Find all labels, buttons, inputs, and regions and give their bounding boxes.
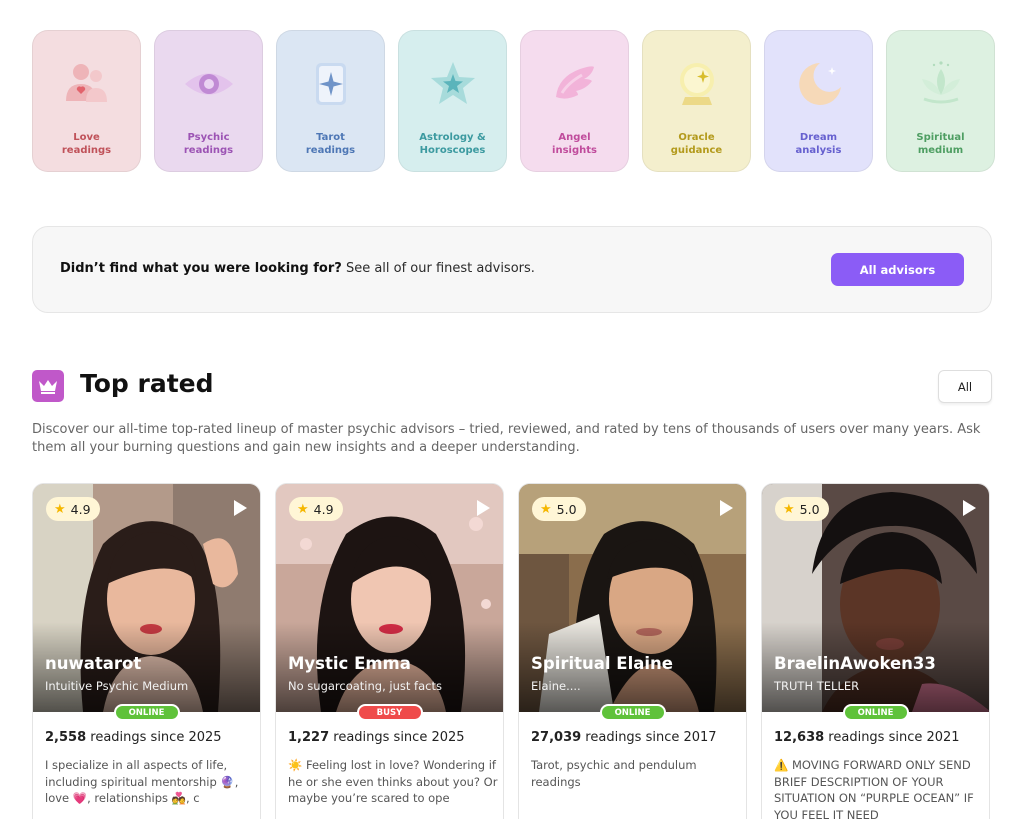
advisor-bio: ☀️ Feeling lost in love? Wondering if he… <box>288 758 498 805</box>
eye-icon <box>182 57 236 111</box>
readings-count: 27,039 readings since 2017 <box>531 730 717 745</box>
lotus-icon <box>914 57 968 111</box>
section-description: Discover our all-time top-rated lineup o… <box>32 422 981 455</box>
advisor-card[interactable]: ★ 5.0 Spiritual Elaine Elaine.... ONLINE … <box>518 483 747 819</box>
advisor-name: BraelinAwoken33 <box>774 654 936 673</box>
category-label: Tarot readings <box>305 132 356 156</box>
advisor-cards: ★ 4.9 nuwatarot Intuitive Psychic Medium … <box>32 483 990 819</box>
star-icon: ★ <box>297 501 309 517</box>
readings-since: readings since 2017 <box>581 730 717 745</box>
rating-value: 5.0 <box>556 501 577 517</box>
star-icon: ★ <box>54 501 66 517</box>
readings-number: 1,227 <box>288 730 330 745</box>
advisor-name: Spiritual Elaine <box>531 654 673 673</box>
banner-body-text: See all of our finest advisors. <box>341 261 535 276</box>
advisor-name: Mystic Emma <box>288 654 411 673</box>
category-angel[interactable]: Angel insights <box>520 30 629 172</box>
status-badge: BUSY <box>356 704 423 721</box>
angel-wing-icon <box>548 57 602 111</box>
category-label: Angel insights <box>552 132 597 156</box>
readings-number: 12,638 <box>774 730 825 745</box>
play-icon[interactable] <box>959 499 977 517</box>
rating-value: 4.9 <box>70 501 91 517</box>
couple-heart-icon <box>60 57 114 111</box>
advisor-tagline: Elaine.... <box>531 679 581 693</box>
category-label: Astrology & Horoscopes <box>419 132 486 156</box>
readings-since: readings since 2025 <box>86 730 222 745</box>
status-badge: ONLINE <box>842 704 909 721</box>
play-icon[interactable] <box>716 499 734 517</box>
advisor-card[interactable]: ★ 4.9 Mystic Emma No sugarcoating, just f… <box>275 483 504 819</box>
advisor-tagline: Intuitive Psychic Medium <box>45 679 189 693</box>
advisor-card[interactable]: ★ 5.0 BraelinAwoken33 TRUTH TELLER ONLINE… <box>761 483 990 819</box>
readings-count: 12,638 readings since 2021 <box>774 730 960 745</box>
category-label: Dream analysis <box>795 132 842 156</box>
rating-value: 5.0 <box>799 501 820 517</box>
play-icon[interactable] <box>473 499 491 517</box>
advisor-name: nuwatarot <box>45 654 142 673</box>
category-dream[interactable]: Dream analysis <box>764 30 873 172</box>
status-badge: ONLINE <box>599 704 666 721</box>
rating-badge: ★ 4.9 <box>289 497 343 521</box>
advisor-tagline: No sugarcoating, just facts <box>288 679 442 693</box>
star-icon: ★ <box>540 501 552 517</box>
category-love[interactable]: Love readings <box>32 30 141 172</box>
category-psychic[interactable]: Psychic readings <box>154 30 263 172</box>
readings-count: 2,558 readings since 2025 <box>45 730 222 745</box>
status-badge: ONLINE <box>113 704 180 721</box>
category-astrology[interactable]: Astrology & Horoscopes <box>398 30 507 172</box>
rating-badge: ★ 5.0 <box>775 497 829 521</box>
category-spiritual[interactable]: Spiritual medium <box>886 30 995 172</box>
banner-text: Didn’t find what you were looking for? S… <box>60 261 535 276</box>
crown-icon <box>32 370 64 402</box>
advisor-bio: ⚠️ MOVING FORWARD ONLY SEND BRIEF DESCRI… <box>774 758 974 819</box>
star-icon <box>426 57 480 111</box>
crystal-ball-icon <box>670 57 724 111</box>
all-advisors-button[interactable]: All advisors <box>831 253 964 286</box>
advisor-card[interactable]: ★ 4.9 nuwatarot Intuitive Psychic Medium … <box>32 483 261 819</box>
tarot-card-icon <box>304 57 358 111</box>
filter-all-button[interactable]: All <box>938 370 992 403</box>
category-label: Spiritual medium <box>916 132 965 156</box>
moon-icon <box>792 57 846 111</box>
category-label: Oracle guidance <box>670 132 723 156</box>
advisor-bio: I specialize in all aspects of life, inc… <box>45 758 239 805</box>
section-title: Top rated <box>80 369 214 398</box>
rating-badge: ★ 4.9 <box>46 497 100 521</box>
category-label: Psychic readings <box>183 132 234 156</box>
advisor-tagline: TRUTH TELLER <box>774 679 860 693</box>
all-advisors-banner: Didn’t find what you were looking for? S… <box>32 226 992 313</box>
readings-number: 2,558 <box>45 730 87 745</box>
advisor-bio: Tarot, psychic and pendulum readings <box>531 758 697 789</box>
star-icon: ★ <box>783 501 795 517</box>
rating-badge: ★ 5.0 <box>532 497 586 521</box>
banner-bold-text: Didn’t find what you were looking for? <box>60 261 342 276</box>
readings-since: readings since 2025 <box>329 730 465 745</box>
category-label: Love readings <box>61 132 112 156</box>
rating-value: 4.9 <box>313 501 334 517</box>
readings-number: 27,039 <box>531 730 582 745</box>
play-icon[interactable] <box>230 499 248 517</box>
category-tarot[interactable]: Tarot readings <box>276 30 385 172</box>
readings-since: readings since 2021 <box>824 730 960 745</box>
category-list: Love readings Psychic readings Tarot rea… <box>32 30 995 172</box>
readings-count: 1,227 readings since 2025 <box>288 730 465 745</box>
category-oracle[interactable]: Oracle guidance <box>642 30 751 172</box>
